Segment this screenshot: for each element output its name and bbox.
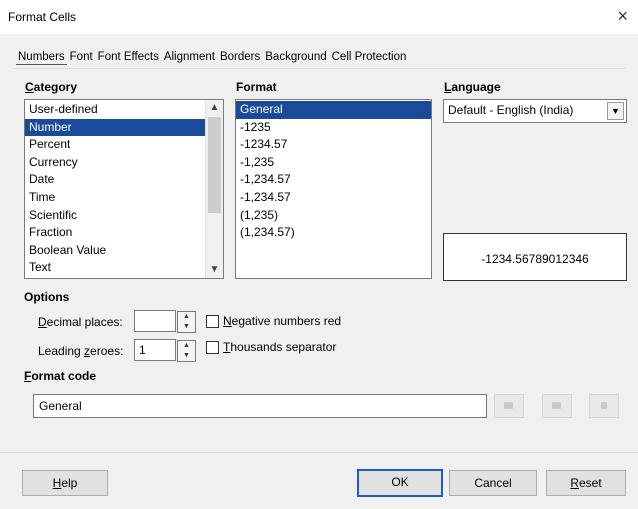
spin-down-icon[interactable]: ▼ <box>178 322 195 332</box>
category-list-item[interactable]: Currency <box>25 154 223 172</box>
category-list-item[interactable]: Boolean Value <box>25 242 223 260</box>
format-list-item[interactable]: (1,234.57) <box>236 224 431 242</box>
help-button[interactable]: Help <box>22 470 108 496</box>
edit-comment-icon[interactable] <box>542 394 572 418</box>
format-list-item[interactable]: -1,235 <box>236 154 431 172</box>
format-listbox[interactable]: General -1235 -1234.57 -1,235 -1,234.57 -1,23… <box>235 99 432 279</box>
tab-background[interactable]: Background <box>263 50 328 65</box>
format-heading: Format <box>236 80 277 94</box>
format-list-item[interactable]: (1,235) <box>236 207 431 225</box>
format-list-item[interactable]: -1234.57 <box>236 136 431 154</box>
format-list-item[interactable]: -1,234.57 <box>236 189 431 207</box>
decimal-places-label: Decimal places: <box>38 315 123 329</box>
spin-down-icon[interactable]: ▼ <box>178 351 195 361</box>
tab-bar: Numbers Font Font Effects Alignment Borders B… <box>16 49 409 67</box>
tab-cell-protection[interactable]: Cell Protection <box>330 50 409 65</box>
decimal-places-spin-buttons[interactable]: ▲ ▼ <box>177 311 196 333</box>
options-heading: Options <box>24 290 70 304</box>
format-list-item[interactable]: General <box>236 101 431 119</box>
category-list-item[interactable]: Time <box>25 189 223 207</box>
leading-zeroes-spinner[interactable]: 1 ▲ ▼ <box>134 339 196 362</box>
close-icon[interactable]: × <box>617 7 628 25</box>
category-heading: Category <box>25 80 78 94</box>
leading-zeroes-label: Leading zeroes: <box>38 344 124 358</box>
leading-zeroes-spin-buttons[interactable]: ▲ ▼ <box>177 340 196 362</box>
negative-red-checkbox[interactable] <box>206 315 219 328</box>
title-bar: Format Cells × <box>0 0 638 34</box>
format-cells-dialog: Format Cells × Numbers Font Font Effects Al… <box>0 0 638 509</box>
format-code-value: General <box>39 399 82 413</box>
thousands-separator-label[interactable]: Thousands separator <box>223 340 336 354</box>
language-select[interactable]: Default - English (India) ▼ <box>443 99 627 123</box>
spin-up-icon[interactable]: ▲ <box>178 312 195 322</box>
category-list-item[interactable]: User-defined <box>25 101 223 119</box>
preview-text: -1234.56789012346 <box>481 252 589 266</box>
scroll-down-icon[interactable]: ▼ <box>206 262 223 278</box>
add-icon[interactable] <box>494 394 524 418</box>
delete-icon[interactable] <box>589 394 619 418</box>
ok-button[interactable]: OK <box>357 469 443 497</box>
format-code-input[interactable]: General <box>33 394 487 418</box>
tab-font-effects[interactable]: Font Effects <box>96 50 161 65</box>
tab-alignment[interactable]: Alignment <box>162 50 217 65</box>
scroll-up-icon[interactable]: ▲ <box>206 100 223 116</box>
leading-zeroes-value: 1 <box>139 343 146 357</box>
category-list-item[interactable]: Percent <box>25 136 223 154</box>
tab-font[interactable]: Font <box>68 50 95 65</box>
category-list-item[interactable]: Number <box>25 118 223 137</box>
negative-red-label[interactable]: Negative numbers red <box>223 314 341 328</box>
format-code-heading: Format code <box>24 369 97 383</box>
thousands-separator-checkbox[interactable] <box>206 341 219 354</box>
language-value: Default - English (India) <box>448 103 574 117</box>
category-listbox[interactable]: User-defined Number Percent Currency Date Tim… <box>24 99 224 279</box>
window-title: Format Cells <box>8 10 77 24</box>
category-list-item[interactable]: Text <box>25 259 223 277</box>
tab-numbers[interactable]: Numbers <box>16 50 67 65</box>
scrollbar-thumb[interactable] <box>208 117 221 213</box>
language-heading: Language <box>444 80 501 94</box>
category-list-item[interactable]: Scientific <box>25 207 223 225</box>
reset-button[interactable]: Reset <box>546 470 626 496</box>
category-list-item[interactable]: Fraction <box>25 224 223 242</box>
category-list-item[interactable]: Date <box>25 171 223 189</box>
cancel-button[interactable]: Cancel <box>449 470 537 496</box>
category-scrollbar[interactable]: ▲ ▼ <box>205 100 223 278</box>
format-list-item[interactable]: -1235 <box>236 119 431 137</box>
decimal-places-spinner[interactable]: ▲ ▼ <box>134 310 196 333</box>
tab-borders[interactable]: Borders <box>218 50 262 65</box>
spin-up-icon[interactable]: ▲ <box>178 341 195 351</box>
dropdown-arrow-icon[interactable]: ▼ <box>607 102 624 120</box>
format-list-item[interactable]: -1,234.57 <box>236 171 431 189</box>
preview-box: -1234.56789012346 <box>443 233 627 281</box>
